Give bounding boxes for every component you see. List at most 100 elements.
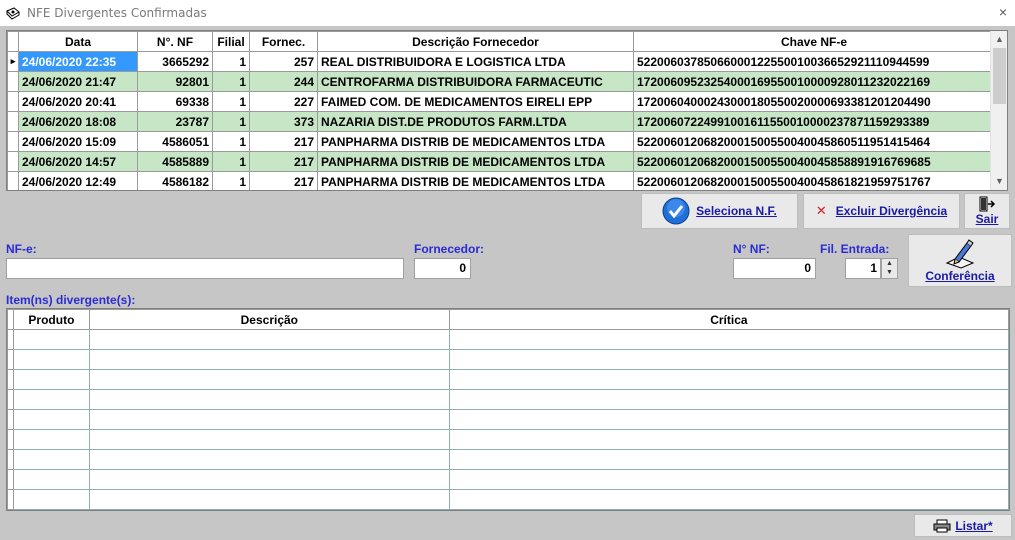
cell-nf[interactable]: 4586051 <box>137 131 213 152</box>
cell-produto[interactable] <box>12 489 90 510</box>
item-row[interactable] <box>7 469 1009 490</box>
filial-entrada-field[interactable]: 1 <box>845 258 881 279</box>
cell-nf[interactable]: 4586182 <box>137 171 213 190</box>
cell-critica[interactable] <box>448 489 1009 510</box>
cell-filial[interactable]: 1 <box>212 151 250 172</box>
nnf-field[interactable]: 0 <box>733 258 816 279</box>
row-indicator[interactable] <box>7 91 19 112</box>
cell-produto[interactable] <box>12 369 90 390</box>
col-header-data[interactable]: Data <box>18 31 138 52</box>
cell-fornec[interactable]: 217 <box>249 131 318 152</box>
sair-button[interactable]: Sair <box>964 193 1010 229</box>
cell-descricao-item[interactable] <box>88 369 450 390</box>
cell-critica[interactable] <box>448 369 1009 390</box>
cell-descricao-item[interactable] <box>88 489 450 510</box>
item-row[interactable] <box>7 489 1009 510</box>
cell-descricao[interactable]: PANPHARMA DISTRIB DE MEDICAMENTOS LTDA <box>317 131 634 152</box>
col-header-produto[interactable]: Produto <box>12 309 90 330</box>
cell-nf[interactable]: 69338 <box>137 91 213 112</box>
filial-stepper[interactable]: ▲ ▼ <box>881 258 898 279</box>
vertical-scrollbar[interactable]: ▲ ▼ <box>990 31 1007 190</box>
cell-filial[interactable]: 1 <box>212 51 250 72</box>
cell-produto[interactable] <box>12 329 90 350</box>
cell-data[interactable]: 24/06/2020 15:09 <box>18 131 138 152</box>
cell-descricao-item[interactable] <box>88 449 450 470</box>
cell-critica[interactable] <box>448 329 1009 350</box>
table-row[interactable]: 24/06/2020 15:09 4586051 1 217 PANPHARMA DIS… <box>7 131 995 152</box>
cell-filial[interactable]: 1 <box>212 111 250 132</box>
close-icon[interactable]: × <box>999 4 1007 20</box>
item-row[interactable] <box>7 409 1009 430</box>
cell-data[interactable]: 24/06/2020 18:08 <box>18 111 138 132</box>
cell-data[interactable]: 24/06/2020 14:57 <box>18 151 138 172</box>
row-indicator[interactable] <box>7 111 19 132</box>
cell-chave[interactable]: 5220060120682000150055004004585889191676… <box>633 151 995 172</box>
cell-descricao-item[interactable] <box>88 329 450 350</box>
col-header-fornec[interactable]: Fornec. <box>249 31 318 52</box>
col-header-filial[interactable]: Filial <box>212 31 250 52</box>
cell-data[interactable]: 24/06/2020 22:35 <box>18 51 138 72</box>
cell-descricao[interactable]: PANPHARMA DISTRIB DE MEDICAMENTOS LTDA <box>317 151 634 172</box>
col-header-critica[interactable]: Crítica <box>448 309 1009 330</box>
cell-nf[interactable]: 92801 <box>137 71 213 92</box>
item-row[interactable] <box>7 429 1009 450</box>
conferencia-button[interactable]: Conferência <box>908 234 1012 287</box>
item-row[interactable] <box>7 389 1009 410</box>
row-indicator[interactable] <box>7 171 19 190</box>
stepper-down-icon[interactable]: ▼ <box>882 268 897 277</box>
row-indicator[interactable] <box>7 151 19 172</box>
cell-fornec[interactable]: 244 <box>249 71 318 92</box>
cell-filial[interactable]: 1 <box>212 131 250 152</box>
cell-chave[interactable]: 1720060952325400016955001000092801123202… <box>633 71 995 92</box>
cell-critica[interactable] <box>448 449 1009 470</box>
row-indicator[interactable] <box>7 131 19 152</box>
listar-button[interactable]: Listar* <box>914 514 1012 537</box>
cell-descricao-item[interactable] <box>88 469 450 490</box>
scroll-thumb[interactable] <box>993 48 1006 104</box>
cell-chave[interactable]: 1720060722499100161155001000023787115929… <box>633 111 995 132</box>
cell-chave[interactable]: 5220060120682000150055004004586051195141… <box>633 131 995 152</box>
scroll-down-icon[interactable]: ▼ <box>991 173 1007 190</box>
nfe-list-grid[interactable]: Data N°. NF Filial Fornec. Descrição For… <box>6 30 1008 191</box>
cell-descricao[interactable]: CENTROFARMA DISTRIBUIDORA FARMACEUTIC <box>317 71 634 92</box>
item-row[interactable] <box>7 449 1009 470</box>
cell-descricao-item[interactable] <box>88 409 450 430</box>
table-row[interactable]: 24/06/2020 12:49 4586182 1 217 PANPHARMA DIS… <box>7 171 995 190</box>
item-row[interactable] <box>7 349 1009 370</box>
col-header-descricao[interactable]: Descrição Fornecedor <box>317 31 634 52</box>
fornecedor-field[interactable]: 0 <box>414 258 471 279</box>
col-header-descricao-item[interactable]: Descrição <box>88 309 450 330</box>
cell-data[interactable]: 24/06/2020 12:49 <box>18 171 138 190</box>
stepper-up-icon[interactable]: ▲ <box>882 259 897 268</box>
cell-critica[interactable] <box>448 389 1009 410</box>
scroll-up-icon[interactable]: ▲ <box>991 31 1007 48</box>
item-row[interactable] <box>7 329 1009 350</box>
cell-descricao[interactable]: NAZARIA DIST.DE PRODUTOS FARM.LTDA <box>317 111 634 132</box>
cell-filial[interactable]: 1 <box>212 91 250 112</box>
item-row[interactable] <box>7 369 1009 390</box>
table-row[interactable]: 24/06/2020 18:08 23787 1 373 NAZARIA DIST.DE… <box>7 111 995 132</box>
cell-fornec[interactable]: 217 <box>249 151 318 172</box>
cell-produto[interactable] <box>12 349 90 370</box>
table-row[interactable]: ▸ 24/06/2020 22:35 3665292 1 257 REAL DISTRIB… <box>7 51 995 72</box>
cell-descricao[interactable]: REAL DISTRIBUIDORA E LOGISTICA LTDA <box>317 51 634 72</box>
cell-filial[interactable]: 1 <box>212 71 250 92</box>
cell-critica[interactable] <box>448 349 1009 370</box>
cell-nf[interactable]: 3665292 <box>137 51 213 72</box>
table-row[interactable]: 24/06/2020 21:47 92801 1 244 CENTROFARMA DIS… <box>7 71 995 92</box>
cell-critica[interactable] <box>448 429 1009 450</box>
cell-nf[interactable]: 23787 <box>137 111 213 132</box>
cell-descricao-item[interactable] <box>88 349 450 370</box>
cell-critica[interactable] <box>448 409 1009 430</box>
cell-fornec[interactable]: 227 <box>249 91 318 112</box>
cell-fornec[interactable]: 217 <box>249 171 318 190</box>
cell-filial[interactable]: 1 <box>212 171 250 190</box>
excluir-divergencia-button[interactable]: ✕ Excluir Divergência <box>803 193 960 229</box>
cell-descricao[interactable]: FAIMED COM. DE MEDICAMENTOS EIRELI EPP <box>317 91 634 112</box>
cell-fornec[interactable]: 373 <box>249 111 318 132</box>
itens-divergentes-grid[interactable]: Produto Descrição Crítica <box>6 308 1010 511</box>
seleciona-nf-button[interactable]: Seleciona N.F. <box>641 193 798 229</box>
cell-critica[interactable] <box>448 469 1009 490</box>
cell-descricao-item[interactable] <box>88 429 450 450</box>
cell-nf[interactable]: 4585889 <box>137 151 213 172</box>
